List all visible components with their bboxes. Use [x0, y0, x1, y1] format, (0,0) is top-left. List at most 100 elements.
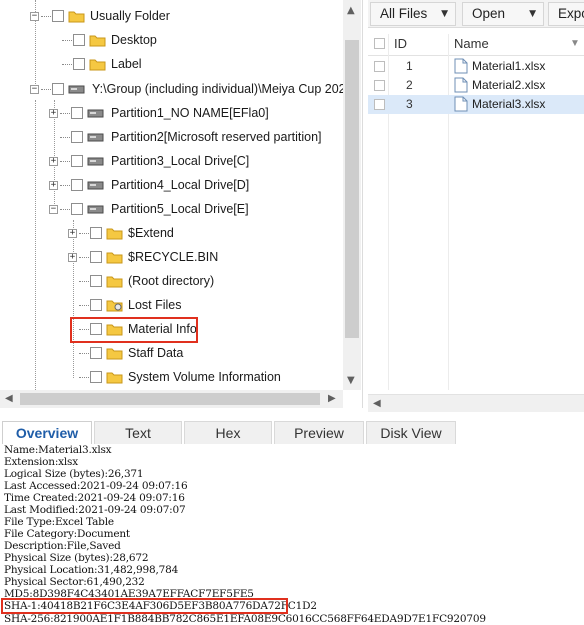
tree-item-label: $RECYCLE.BIN	[128, 250, 219, 264]
expand-toggle[interactable]: −	[30, 84, 39, 94]
tree-checkbox[interactable]	[90, 251, 102, 263]
expand-toggle[interactable]: +	[68, 228, 77, 238]
tree-item-label: Partition5_Local Drive[E]	[111, 202, 249, 216]
tab-text[interactable]: Text	[94, 421, 182, 444]
tree-item-usually-folder[interactable]: − Usually Folder	[30, 5, 170, 27]
tree-checkbox[interactable]	[71, 179, 83, 191]
scroll-left-icon[interactable]: ◀	[373, 398, 381, 409]
tree-item-recycle-bin[interactable]: + $RECYCLE.BIN	[68, 246, 218, 268]
tree-item-system-volume-information[interactable]: System Volume Information	[79, 366, 281, 388]
row-id: 1	[406, 59, 413, 73]
scrollbar-thumb[interactable]	[20, 393, 320, 405]
scroll-left-icon[interactable]: ◀	[5, 393, 13, 404]
folder-icon	[106, 251, 123, 264]
tree-checkbox[interactable]	[90, 347, 102, 359]
export-button[interactable]: Expo	[548, 2, 584, 26]
drive-icon	[87, 131, 105, 143]
scroll-right-icon[interactable]: ▶	[328, 393, 336, 404]
tree-checkbox[interactable]	[71, 107, 83, 119]
tab-disk-view[interactable]: Disk View	[366, 421, 456, 444]
list-horizontal-scrollbar[interactable]: ◀	[368, 394, 584, 412]
column-header-name[interactable]: Name	[454, 32, 489, 56]
overview-time-created: Time Created:2021-09-24 09:07:16	[4, 492, 185, 504]
tree-item-label: Partition4_Local Drive[D]	[111, 178, 250, 192]
expand-toggle[interactable]: +	[49, 108, 58, 118]
list-item-selected[interactable]: 3 Material3.xlsx	[368, 95, 584, 114]
tree-checkbox[interactable]	[52, 83, 64, 95]
tree-item-label: Y:\Group (including individual)\Meiya Cu…	[92, 82, 353, 96]
row-name: Material1.xlsx	[472, 59, 546, 73]
tree-item-extend[interactable]: + $Extend	[68, 222, 174, 244]
tree-item-label: Partition1_NO NAME[EFla0]	[111, 106, 269, 120]
row-checkbox[interactable]	[374, 80, 385, 91]
folder-tree-pane[interactable]: − Usually Folder Desktop Label − Y:\Grou…	[0, 0, 363, 408]
expand-toggle[interactable]: −	[30, 11, 39, 21]
overview-last-modified: Last Modified:2021-09-24 09:07:07	[4, 504, 186, 516]
list-item[interactable]: 1 Material1.xlsx	[368, 57, 584, 76]
open-label: Open	[472, 6, 506, 21]
open-dropdown[interactable]: Open ▼	[462, 2, 544, 26]
overview-description: Description:File,Saved	[4, 540, 121, 552]
material-info-highlight-box	[70, 317, 198, 343]
detail-tab-strip: Overview Text Hex Preview Disk View	[0, 417, 584, 444]
drive-icon	[87, 203, 105, 215]
tree-checkbox[interactable]	[71, 131, 83, 143]
tree-item-partition4[interactable]: + Partition4_Local Drive[D]	[49, 174, 249, 196]
scroll-down-icon[interactable]: ▼	[347, 375, 355, 386]
tree-item-root-directory[interactable]: (Root directory)	[79, 270, 214, 292]
expand-toggle[interactable]: −	[49, 204, 58, 214]
row-id: 2	[406, 78, 413, 92]
tree-item-desktop[interactable]: Desktop	[62, 29, 157, 51]
expand-toggle[interactable]: +	[68, 252, 77, 262]
row-checkbox[interactable]	[374, 61, 385, 72]
filter-icon[interactable]: ▼	[570, 32, 580, 56]
overview-logical-size: Logical Size (bytes):26,371	[4, 468, 144, 480]
tree-item-partition2[interactable]: Partition2[Microsoft reserved partition]	[60, 126, 322, 148]
tab-preview[interactable]: Preview	[274, 421, 364, 444]
tree-item-label: Desktop	[111, 33, 157, 47]
row-name: Material3.xlsx	[472, 97, 546, 111]
all-files-dropdown[interactable]: All Files ▼	[370, 2, 456, 26]
tree-checkbox[interactable]	[90, 371, 102, 383]
tree-item-label: Partition3_Local Drive[C]	[111, 154, 250, 168]
select-all-checkbox[interactable]	[374, 38, 385, 49]
scroll-up-icon[interactable]: ▲	[347, 5, 355, 16]
folder-icon	[106, 347, 123, 360]
tree-item-label-folder[interactable]: Label	[62, 53, 142, 75]
file-list-pane[interactable]: All Files ▼ Open ▼ Expo ID Name ▼ 1 Mate…	[368, 0, 584, 412]
folder-icon	[89, 34, 106, 47]
tree-item-partition3[interactable]: + Partition3_Local Drive[C]	[49, 150, 249, 172]
scrollbar-thumb[interactable]	[345, 40, 359, 338]
tree-guide-line	[35, 100, 36, 390]
tree-checkbox[interactable]	[52, 10, 64, 22]
row-id: 3	[406, 97, 413, 111]
tree-checkbox[interactable]	[71, 203, 83, 215]
tree-checkbox[interactable]	[73, 34, 85, 46]
tree-horizontal-scrollbar[interactable]: ◀ ▶	[0, 390, 343, 408]
tree-item-partition5[interactable]: − Partition5_Local Drive[E]	[49, 198, 249, 220]
tree-checkbox[interactable]	[90, 299, 102, 311]
tree-item-partition1[interactable]: + Partition1_NO NAME[EFla0]	[49, 102, 269, 124]
tab-hex[interactable]: Hex	[184, 421, 272, 444]
expand-toggle[interactable]: +	[49, 156, 58, 166]
list-item[interactable]: 2 Material2.xlsx	[368, 76, 584, 95]
tree-checkbox[interactable]	[90, 227, 102, 239]
tree-item-label: Usually Folder	[90, 9, 170, 23]
lost-files-icon	[106, 299, 123, 312]
tree-item-evidence-source[interactable]: − Y:\Group (including individual)\Meiya …	[30, 78, 353, 100]
tab-overview[interactable]: Overview	[2, 421, 92, 444]
tree-checkbox[interactable]	[71, 155, 83, 167]
overview-sha256: SHA-256:821900AE1F1B884BB782C865E1EFA08E…	[4, 613, 486, 625]
column-header-id[interactable]: ID	[394, 32, 407, 56]
overview-file-type: File Type:Excel Table	[4, 516, 114, 528]
expand-toggle[interactable]: +	[49, 180, 58, 190]
tree-checkbox[interactable]	[90, 275, 102, 287]
folder-icon	[68, 10, 85, 23]
row-checkbox[interactable]	[374, 99, 385, 110]
tree-item-staff-data[interactable]: Staff Data	[79, 342, 183, 364]
tree-checkbox[interactable]	[73, 58, 85, 70]
folder-icon	[106, 275, 123, 288]
tree-vertical-scrollbar[interactable]: ▲ ▼	[343, 0, 361, 390]
tree-item-label: Partition2[Microsoft reserved partition]	[111, 130, 322, 144]
tree-item-lost-files[interactable]: Lost Files	[79, 294, 182, 316]
